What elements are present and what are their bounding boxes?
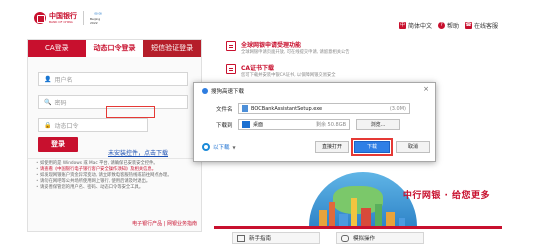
open-with-label: 以下载 <box>213 145 230 151</box>
building-shape <box>351 198 357 229</box>
boc-logo-icon <box>34 12 46 24</box>
exe-file-icon <box>242 105 248 112</box>
password-placeholder: 密码 <box>54 99 67 107</box>
tab-otp-login[interactable]: 动态口令登录 <box>85 40 144 57</box>
notice-text: 全球网银申请页面开放, 可在线提交申请, 请留意相关公告 <box>241 50 350 55</box>
folder-icon <box>242 121 250 128</box>
direct-open-button[interactable]: 直接打开 <box>315 141 349 153</box>
language-link-label: 简体中文 <box>407 23 432 30</box>
top-links: 中 简体中文 ? 帮助 ☎ 在线客服 <box>398 21 498 30</box>
beginner-guide-label: 新手指南 <box>249 236 272 242</box>
download-button[interactable]: 下载 <box>351 138 393 156</box>
tab-ca-login[interactable]: CA登录 <box>28 40 86 57</box>
lock-icon: 🔒 <box>44 121 52 129</box>
banner-band <box>214 226 502 229</box>
building-shape <box>329 202 335 229</box>
notice-item[interactable]: 全球网银申请受理功能 全球网银申请页面开放, 可在线提交申请, 请留意相关公告 <box>226 40 350 55</box>
logo-divider <box>83 11 84 25</box>
filename-value: BOCBankAssistantSetup.exe <box>251 105 323 112</box>
filename-label: 文件名 <box>216 106 233 113</box>
customer-service-link[interactable]: ☎ 在线客服 <box>464 21 498 30</box>
page-header: 中国银行 BANK OF CHINA ∞∞ Beijing 2022 中 简体中… <box>0 0 534 34</box>
language-link[interactable]: 中 简体中文 <box>398 21 432 30</box>
browse-button[interactable]: 浏览... <box>356 119 400 130</box>
document-icon <box>226 41 236 51</box>
mouse-icon <box>341 234 349 242</box>
login-button[interactable]: 登录 <box>38 137 78 152</box>
filename-row: 文件名 BOCBankAssistantSetup.exe (3.0M) <box>216 103 410 114</box>
logo-text: 中国银行 <box>49 11 77 20</box>
tab-sms-login[interactable]: 短信验证登录 <box>143 40 202 57</box>
free-space-text: 剩余 50.8GB <box>315 122 346 128</box>
certificate-icon <box>226 64 236 74</box>
notice-title: CA证书下载 <box>241 65 275 72</box>
filename-field[interactable]: BOCBankAssistantSetup.exe (3.0M) <box>238 103 410 114</box>
dialog-title-bar: 搜狗高速下载 <box>202 87 244 95</box>
open-with-selector[interactable]: 以下载 ▼ <box>202 143 236 151</box>
bank-logo[interactable]: 中国银行 BANK OF CHINA ∞∞ Beijing 2022 <box>34 11 106 25</box>
help-link[interactable]: ? 帮助 <box>437 21 459 30</box>
banner-slogan: 中行网银 · 给您更多 <box>402 191 490 201</box>
otp-field[interactable]: 🔒 动态口令 <box>38 118 148 132</box>
guide-tabs: 新手指南 模拟操作 <box>232 232 424 244</box>
dialog-title: 搜狗高速下载 <box>211 89 245 95</box>
login-panel: CA登录 动态口令登录 短信验证登录 👤 用户名 🔍 密码 🔒 动态口令 登录 … <box>27 39 202 232</box>
close-icon[interactable]: × <box>423 85 429 93</box>
username-field[interactable]: 👤 用户名 <box>38 72 188 86</box>
otp-placeholder: 动态口令 <box>54 122 79 130</box>
download-to-row: 下载到 桌面 剩余 50.8GB 浏览... <box>216 119 400 130</box>
olympic-emblem: ∞∞ Beijing 2022 <box>90 11 106 25</box>
logo-subtext: BANK OF CHINA <box>49 19 73 24</box>
simulation-label: 模拟操作 <box>353 236 376 242</box>
monitor-icon <box>237 234 245 242</box>
customer-service-label: 在线客服 <box>473 23 498 30</box>
login-tabs: CA登录 动态口令登录 短信验证登录 <box>28 40 202 57</box>
cancel-button[interactable]: 取消 <box>396 141 430 153</box>
help-icon: ? <box>437 22 445 29</box>
notice-title: 全球网银申请受理功能 <box>241 42 302 49</box>
filesize-text: (3.0M) <box>389 105 406 112</box>
download-to-label: 下载到 <box>216 122 233 129</box>
help-link-label: 帮助 <box>446 23 459 30</box>
simulation-button[interactable]: 模拟操作 <box>336 232 424 244</box>
note-item: 请妥善保管您的用户名、密码、动态口令等安全工具。 <box>36 185 196 191</box>
download-path-field[interactable]: 桌面 剩余 50.8GB <box>238 119 350 130</box>
download-dialog: 搜狗高速下载 × 文件名 BOCBankAssistantSetup.exe (… <box>193 82 436 162</box>
dialog-actions: 以下载 ▼ 直接打开 下载 取消 <box>202 138 430 156</box>
products-link[interactable]: 电子银行产品 | 网银业务指南 <box>132 220 197 227</box>
customer-service-icon: ☎ <box>464 22 472 29</box>
beginner-guide-button[interactable]: 新手指南 <box>232 232 320 244</box>
username-placeholder: 用户名 <box>54 76 73 84</box>
olympic-text: Beijing 2022 <box>90 17 101 25</box>
control-download-link[interactable]: 未安装控件，点击下载 <box>108 148 168 157</box>
ie-browser-icon <box>202 143 210 151</box>
sogou-browser-icon <box>202 88 208 94</box>
notice-item[interactable]: CA证书下载 您可下载并安装中银CA证书, 以保障网银交易安全 <box>226 63 336 78</box>
key-icon: 🔍 <box>44 98 52 106</box>
language-icon: 中 <box>398 22 406 29</box>
notice-text: 您可下载并安装中银CA证书, 以保障网银交易安全 <box>241 73 336 78</box>
password-field[interactable]: 🔍 密码 <box>38 95 188 109</box>
security-notes: 如使用的是 Windows 或 Mac 平台, 请确保已安装安全控件。 请查看《… <box>36 161 196 192</box>
chevron-down-icon: ▼ <box>232 144 236 150</box>
divider <box>28 158 201 159</box>
globe-illustration <box>309 172 417 229</box>
user-icon: 👤 <box>44 75 52 83</box>
download-path-value: 桌面 <box>253 122 264 128</box>
